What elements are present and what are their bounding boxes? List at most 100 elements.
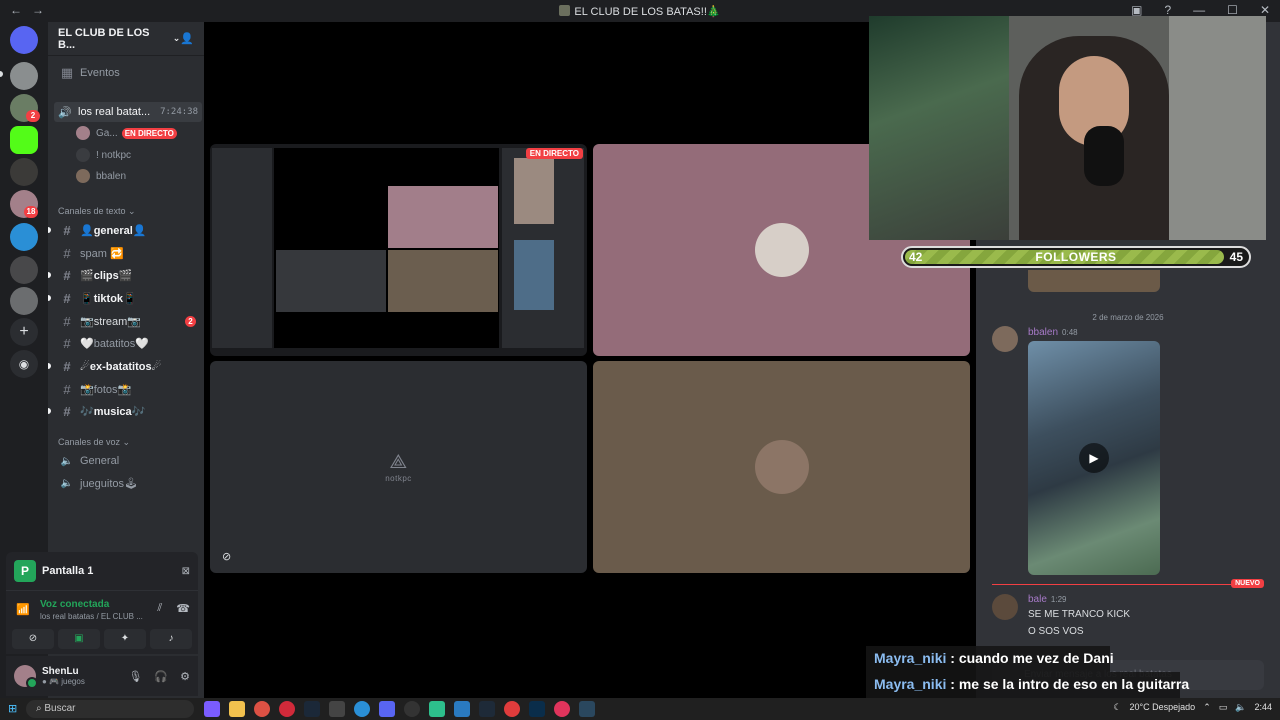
soundboard-button[interactable]: ♪ [150, 629, 192, 649]
discord-home-icon[interactable] [10, 26, 38, 54]
obs-icon[interactable] [404, 701, 420, 717]
chat-attachment-top [1028, 270, 1160, 292]
participant-tile[interactable] [593, 361, 970, 573]
discover-icon[interactable]: ◉ [10, 350, 38, 378]
stream-chat-message: Mayra_niki : me se la intro de eso en la… [866, 672, 1189, 698]
weather-icon: ☾ [1113, 702, 1122, 712]
steam-icon[interactable] [304, 701, 320, 717]
server-icon[interactable] [10, 158, 38, 186]
camera-off-button[interactable]: ⊘ [12, 629, 54, 649]
followers-goal-bar: 42 FOLLOWERS 45 [901, 246, 1251, 268]
chevron-up-icon[interactable]: ⌃ [1203, 702, 1211, 713]
channel-batatitos[interactable]: # 🤍batatitos🤍 [56, 333, 200, 353]
add-server-icon[interactable]: + [10, 318, 38, 346]
clock[interactable]: 2:44 [1254, 702, 1272, 713]
voice-channel-general[interactable]: 🔈 General [56, 451, 200, 471]
category-voice-channels[interactable]: Canales de voz ⌄ [58, 437, 130, 448]
app-icon[interactable] [429, 701, 445, 717]
channel-musica[interactable]: # 🎶musica🎶 [48, 401, 200, 421]
network-icon[interactable]: ▭ [1219, 702, 1228, 713]
taskbar-search[interactable]: ⌕ Buscar [26, 700, 194, 718]
play-icon[interactable]: ▶ [1079, 443, 1109, 473]
voice-status[interactable]: Voz conectada [40, 599, 109, 610]
voice-channel-path[interactable]: los real batatas / EL CLUB ... [40, 612, 143, 621]
video-attachment[interactable]: ▶ [1028, 341, 1160, 575]
shared-screen-video [514, 240, 554, 310]
copilot-icon[interactable] [204, 701, 220, 717]
calculator-icon[interactable] [329, 701, 345, 717]
shared-screen-sidebar [212, 148, 272, 348]
channel-fotos[interactable]: # 📸fotos📸 [56, 379, 200, 399]
user-info[interactable]: ShenLu ● 🎮 juegos [42, 666, 85, 686]
vscode-icon[interactable] [454, 701, 470, 717]
minimize-button[interactable]: — [1193, 3, 1205, 17]
channel-spam[interactable]: # spam 🔁 [56, 243, 200, 263]
microphone-icon[interactable]: 🎙 [128, 670, 142, 683]
category-text-channels[interactable]: Canales de texto ⌄ [58, 206, 136, 217]
stream-chat-user: Mayra_niki [874, 676, 947, 692]
message-author[interactable]: bale [1028, 594, 1047, 605]
server-icon[interactable] [10, 287, 38, 315]
avatar[interactable] [992, 326, 1018, 352]
steam-icon[interactable] [579, 701, 595, 717]
file-explorer-icon[interactable] [229, 701, 245, 717]
events-item[interactable]: ▦ Eventos [56, 63, 200, 83]
photoshop-icon[interactable] [529, 701, 545, 717]
server-icon[interactable] [10, 256, 38, 284]
channel-clips[interactable]: # 🎬clips🎬 [48, 265, 200, 285]
message-author[interactable]: bbalen [1028, 327, 1058, 338]
server-indicator [0, 71, 3, 77]
invite-user-icon[interactable]: 👤 [180, 32, 194, 45]
shield-server-icon[interactable] [10, 223, 38, 251]
avatar [76, 169, 90, 183]
edge-icon[interactable] [354, 701, 370, 717]
channel-stream[interactable]: # 📷stream📷 2 [56, 311, 200, 331]
close-button[interactable]: ✕ [1260, 3, 1270, 17]
chrome-icon[interactable] [254, 701, 270, 717]
channel-general[interactable]: # 👤general👤 [48, 220, 200, 240]
maximize-button[interactable]: ☐ [1227, 3, 1238, 17]
share-screen-button[interactable]: ▣ [58, 629, 100, 649]
avatar [76, 126, 90, 140]
discord-icon[interactable] [379, 701, 395, 717]
server-icon[interactable] [10, 62, 38, 90]
speaker-icon: 🔈 [60, 477, 74, 489]
speaker-icon: 🔊 [58, 106, 72, 119]
date-divider: 2 de marzo de 2026 [1092, 313, 1164, 322]
inbox-icon[interactable]: ▣ [1131, 3, 1142, 17]
followers-label: FOLLOWERS [1035, 250, 1117, 264]
disconnect-icon[interactable]: ☎ [176, 602, 190, 615]
screen-share-tile[interactable]: EN DIRECTO [210, 144, 587, 356]
windows-start-icon[interactable]: ⊞ [8, 702, 17, 715]
voice-member[interactable]: Ga... EN DIRECTO [76, 124, 177, 142]
channel-ex-batatitos[interactable]: # ☄ex-batatitos☄ [48, 356, 200, 376]
opera-icon[interactable] [279, 701, 295, 717]
help-icon[interactable]: ? [1164, 3, 1171, 17]
live-badge: EN DIRECTO [525, 148, 583, 159]
volume-icon[interactable]: 🔈 [1235, 702, 1246, 713]
voice-member[interactable]: bbalen [76, 167, 126, 185]
followers-goal: 45 [1229, 250, 1243, 264]
webcam-background [1169, 16, 1266, 240]
media-player-icon[interactable] [554, 701, 570, 717]
kick-server-icon[interactable] [10, 126, 38, 154]
speaker-icon: 🔈 [60, 455, 74, 467]
server-icon [559, 5, 571, 16]
voice-channel-jueguitos[interactable]: 🔈 jueguitos🕹 [56, 473, 200, 493]
headphones-icon[interactable]: 🎧 [154, 670, 168, 683]
server-header[interactable]: EL CLUB DE LOS B... ⌄ 👤 [48, 22, 204, 56]
voice-member[interactable]: ! notkpc [76, 146, 131, 164]
gear-icon[interactable]: ⚙ [180, 670, 190, 683]
participant-tile-notkpc[interactable]: ⟁ notkpc ⊘ [210, 361, 587, 573]
taskbar-apps [204, 701, 595, 717]
avatar[interactable] [992, 594, 1018, 620]
weather-text[interactable]: 20°C Despejado [1130, 702, 1196, 713]
voice-channel-active[interactable]: 🔊 los real batat... 7:24:38 [54, 102, 202, 122]
app-icon[interactable] [479, 701, 495, 717]
activities-button[interactable]: ✦ [104, 629, 146, 649]
app-icon[interactable] [504, 701, 520, 717]
noise-suppression-icon[interactable]: ⫽ [157, 602, 162, 615]
stop-share-icon[interactable]: ⊠ [182, 566, 190, 577]
channel-tiktok[interactable]: # 📱tiktok📱 [48, 288, 200, 308]
avatar[interactable] [14, 665, 38, 689]
